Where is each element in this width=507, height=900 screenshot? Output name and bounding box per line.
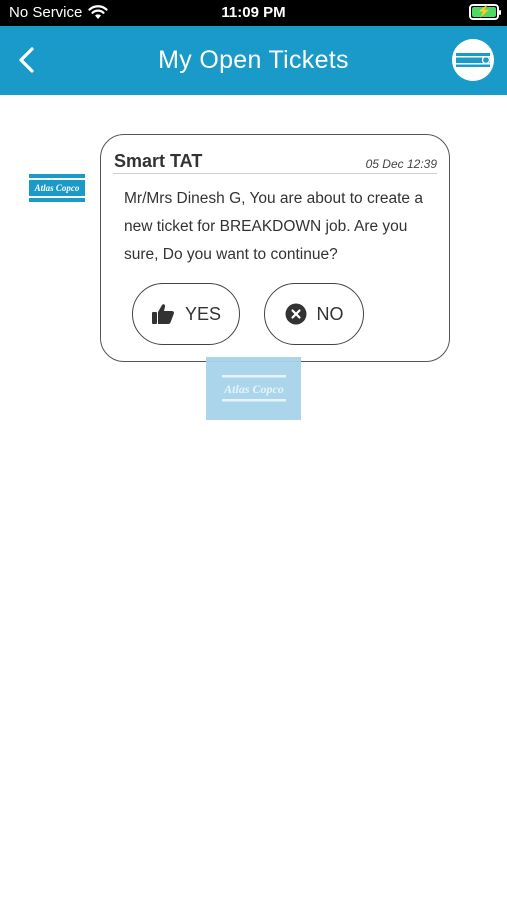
avatar[interactable]: [452, 39, 494, 81]
divider: [113, 173, 437, 174]
page-title: My Open Tickets: [158, 46, 349, 74]
bot-logo-icon: Atlas Copco: [29, 174, 85, 202]
sender-name: Smart TAT: [114, 151, 203, 171]
thumbs-up-icon: [151, 304, 174, 324]
yes-label: YES: [184, 303, 222, 324]
bot-logo-text: Atlas Copco: [34, 183, 80, 193]
chat-message-card: Smart TAT 05 Dec 12:39 Mr/Mrs Dinesh G, …: [100, 134, 450, 362]
yes-button[interactable]: YES: [132, 283, 240, 345]
no-button[interactable]: NO: [264, 283, 364, 345]
battery-icon: ⚡: [469, 4, 501, 20]
close-circle-icon: [285, 303, 306, 325]
loading-logo: Atlas Copco: [206, 357, 301, 420]
atlas-copco-logo-icon: [452, 39, 494, 81]
no-label: NO: [316, 303, 344, 324]
header-bar: My Open Tickets: [0, 26, 507, 95]
status-bar: No Service 11:09 PM ⚡: [0, 0, 507, 26]
status-right: ⚡: [469, 4, 501, 24]
message-text: Mr/Mrs Dinesh G, You are about to create…: [124, 190, 423, 263]
status-time: 11:09 PM: [221, 4, 286, 21]
message-timestamp: 05 Dec 12:39: [365, 157, 437, 171]
loading-logo-icon: Atlas Copco: [206, 357, 301, 420]
loading-logo-text: Atlas Copco: [223, 382, 284, 396]
